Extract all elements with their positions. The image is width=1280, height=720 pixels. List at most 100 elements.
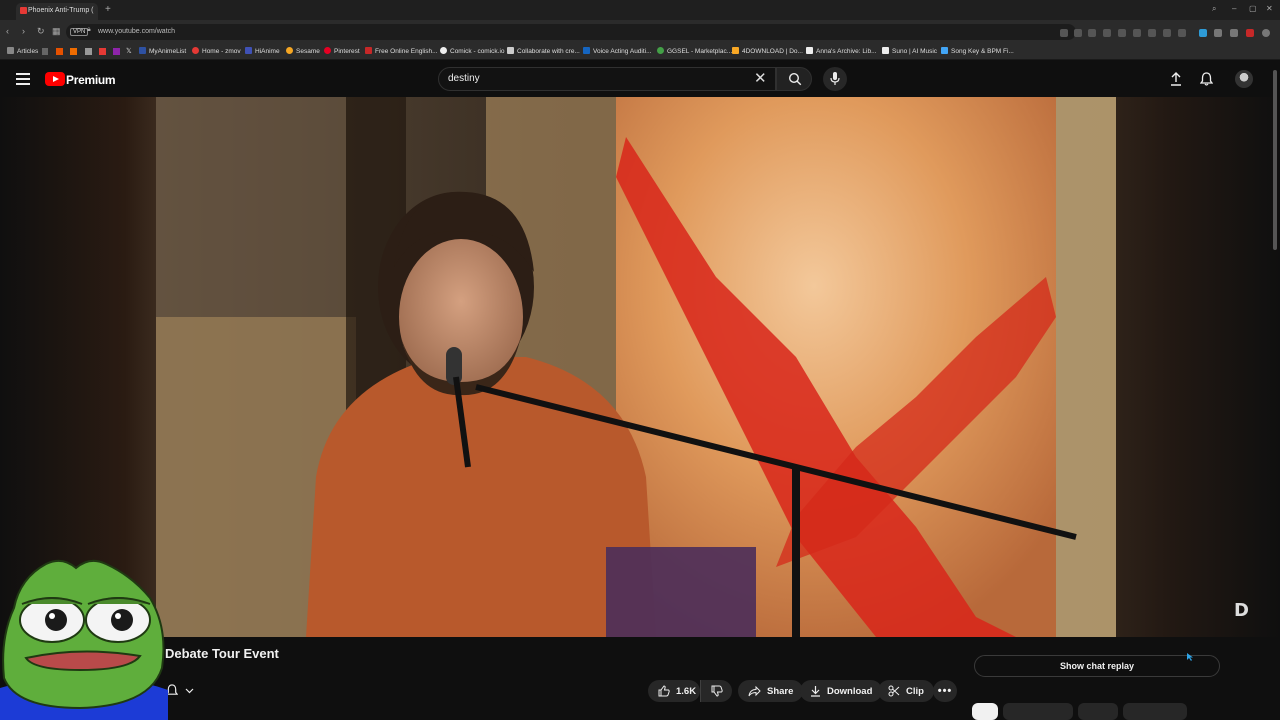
bookmark-item[interactable]: HiAnime (245, 47, 280, 55)
extension-icon[interactable] (1214, 29, 1222, 37)
browser-tab-title: Phoenix Anti-Trump ( (28, 7, 94, 14)
premium-logo-text[interactable]: Premium (66, 73, 116, 87)
voice-search-button[interactable] (823, 67, 847, 91)
play-icon[interactable] (1118, 29, 1126, 37)
screenshot-icon[interactable] (1074, 29, 1082, 37)
share-button[interactable]: Share (738, 680, 804, 702)
youtube-favicon-icon (20, 7, 27, 14)
search-query-text[interactable]: destiny (448, 73, 480, 84)
notifications-bell-icon[interactable] (1200, 72, 1213, 86)
browser-tab[interactable]: Phoenix Anti-Trump ( (16, 3, 98, 20)
more-actions-button[interactable]: ••• (933, 680, 957, 702)
bookmarks-bar: Articles 𝕏 MyAnimeList Home - zmov HiAni… (0, 44, 1280, 60)
bookmark-item[interactable]: MyAnimeList (139, 47, 186, 55)
filter-chip[interactable] (972, 703, 998, 720)
folder-icon (732, 47, 739, 54)
maximize-icon[interactable]: ▢ (1249, 4, 1257, 13)
extension-icon[interactable] (1199, 29, 1207, 37)
bookmark-item[interactable]: Anna's Archive: Lib... (806, 47, 877, 55)
microphone-icon (830, 72, 840, 85)
youtube-logo-icon[interactable] (45, 72, 65, 86)
bookmark-favicon-icon (882, 47, 889, 54)
reload-icon[interactable]: ↻ (37, 26, 45, 37)
bookmark-item[interactable]: Song Key & BPM Fi... (941, 47, 1014, 55)
extension-icon[interactable] (1246, 29, 1254, 37)
bookmark-item[interactable]: 4DOWNLOAD | Do... (732, 47, 803, 55)
bookmark-favicon-icon (286, 47, 293, 54)
bookmark-favicon-icon (657, 47, 664, 54)
hamburger-menu-icon[interactable] (16, 73, 30, 85)
wallet-icon[interactable] (1178, 29, 1186, 37)
avatar[interactable] (1235, 70, 1253, 88)
download-icon[interactable] (1148, 29, 1156, 37)
search-icon (788, 72, 802, 86)
tab-grid-icon[interactable]: ▦ (52, 26, 61, 37)
bookmark-favicon-icon (941, 47, 948, 54)
chevron-down-icon (185, 688, 194, 694)
url-text[interactable]: www.youtube.com/watch (98, 28, 175, 35)
heart-icon[interactable] (1133, 29, 1141, 37)
ambient-glow-right (1116, 97, 1280, 637)
bookmark-item[interactable]: GGSEL - Marketplac... (657, 47, 732, 55)
search-input[interactable] (438, 67, 776, 91)
video-frame (156, 97, 1116, 637)
more-horizontal-icon: ••• (937, 685, 953, 697)
thumbs-up-icon (658, 685, 670, 697)
bookmark-item[interactable]: Pinterest (324, 47, 360, 55)
youtube-header: Premium destiny ✕ (0, 61, 1280, 97)
bookmark-item[interactable]: Comick - comick.io (440, 47, 505, 55)
forward-icon[interactable]: › (22, 26, 25, 36)
folder-icon (7, 47, 14, 54)
search-button[interactable] (776, 67, 812, 91)
bookmark-item[interactable]: Voice Acting Auditi... (583, 47, 652, 55)
share-icon (748, 685, 761, 696)
bookmark-favicon-icon (365, 47, 372, 54)
chat-replay-label: Show chat replay (1059, 661, 1135, 671)
zoom-icon[interactable] (1060, 29, 1068, 37)
channel-watermark-icon[interactable]: D (1234, 600, 1254, 621)
pepe-frog-overlay-icon (0, 559, 168, 720)
show-chat-replay-button[interactable]: Show chat replay (974, 655, 1220, 677)
bookmark-icon[interactable] (85, 48, 92, 55)
clip-button[interactable]: Clip (878, 680, 934, 702)
bookmark-item[interactable]: Home - zmov (192, 47, 241, 55)
clear-search-icon[interactable]: ✕ (754, 71, 767, 86)
bookmark-icon[interactable] (70, 48, 77, 55)
bookmark-icon[interactable] (56, 48, 63, 55)
close-window-icon[interactable]: ✕ (1266, 4, 1273, 13)
thumbs-down-icon (711, 685, 723, 697)
like-button[interactable]: 1.6K (648, 680, 700, 702)
bookmark-item[interactable]: Sesame (286, 47, 320, 55)
video-player[interactable] (156, 97, 1116, 637)
profile-icon[interactable] (1262, 29, 1270, 37)
minimize-icon[interactable]: – (1232, 4, 1236, 13)
filter-chip[interactable] (1003, 703, 1073, 720)
menu-icon[interactable] (1163, 29, 1171, 37)
bookmark-icon[interactable] (113, 48, 120, 55)
new-tab-plus-icon[interactable]: + (105, 4, 111, 15)
scissors-icon (888, 685, 900, 697)
bookmark-favicon-icon (440, 47, 447, 54)
vpn-badge[interactable]: VPN (70, 28, 89, 36)
filter-chip[interactable] (1123, 703, 1187, 720)
bookmark-item[interactable]: Articles (7, 47, 38, 55)
filter-chip[interactable] (1078, 703, 1118, 720)
share-label: Share (767, 685, 794, 697)
upload-icon[interactable] (1170, 72, 1182, 86)
scrollbar-thumb[interactable] (1273, 70, 1277, 250)
camera-icon[interactable] (1088, 29, 1096, 37)
address-bar[interactable] (66, 24, 1076, 40)
bookmark-icon[interactable] (42, 48, 48, 55)
extension-icon[interactable] (1230, 29, 1238, 37)
x-icon[interactable]: 𝕏 (126, 47, 132, 55)
bookmark-item[interactable]: Suno | AI Music (882, 47, 937, 55)
settings-icon[interactable] (1103, 29, 1111, 37)
search-tabs-icon[interactable]: ⌕ (1212, 4, 1216, 14)
bookmark-icon[interactable] (99, 48, 106, 55)
bookmark-item[interactable]: Collaborate with cre... (507, 47, 580, 55)
bookmark-item[interactable]: Free Online English... (365, 47, 438, 55)
download-button[interactable]: Download (800, 680, 883, 702)
like-count: 1.6K (676, 685, 697, 697)
back-icon[interactable]: ‹ (6, 26, 9, 36)
dislike-button[interactable] (700, 680, 732, 702)
